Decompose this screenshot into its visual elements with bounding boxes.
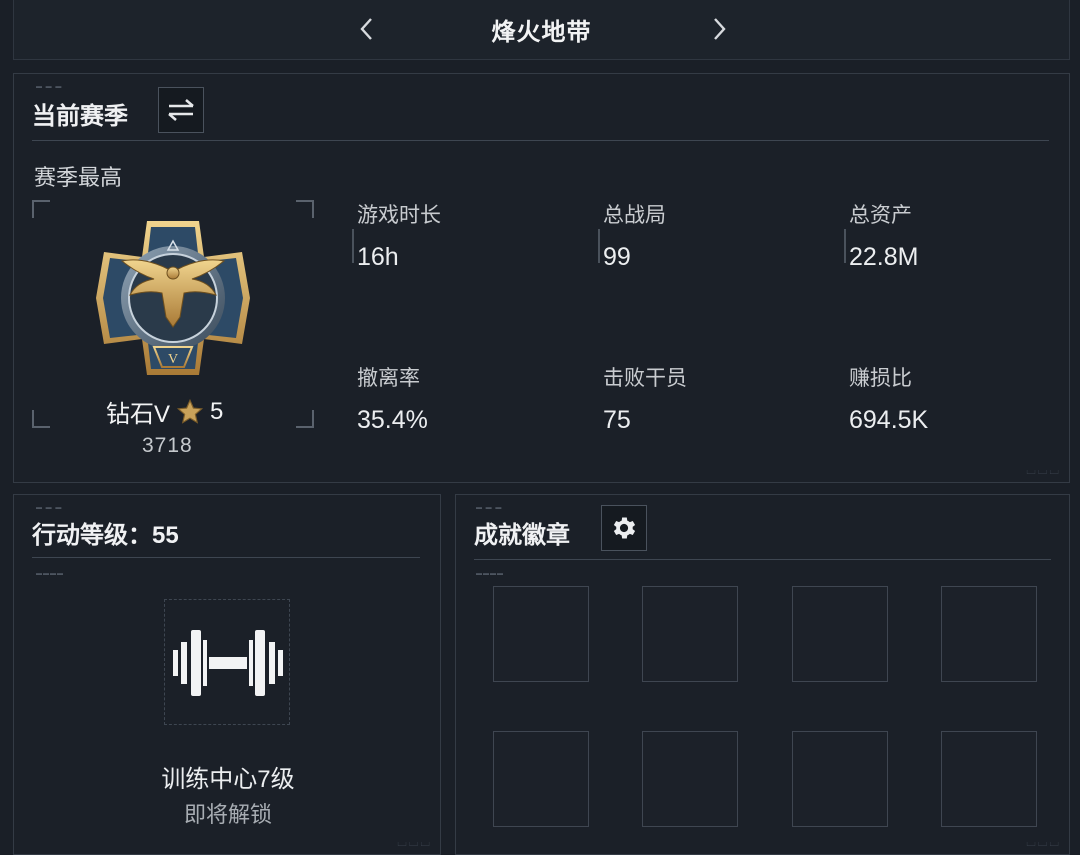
season-title: 当前赛季 — [32, 103, 128, 130]
corner-decoration: ⌴⌴⌴ — [397, 835, 432, 849]
eagle-rank-emblem-icon: V — [96, 221, 250, 375]
action-level-title: 行动等级：55 — [32, 522, 179, 549]
frame-corner — [32, 200, 50, 218]
season-best-label: 赛季最高 — [34, 165, 123, 190]
deco-label: ▬ ▬ ▬ — [36, 84, 63, 90]
stat-value: 22.8M — [849, 243, 919, 271]
chevron-right-icon — [714, 18, 726, 40]
next-mode-button[interactable] — [704, 14, 734, 44]
unlock-icon-frame — [164, 599, 290, 725]
achievements-settings-button[interactable] — [601, 505, 647, 551]
svg-text:V: V — [168, 352, 178, 367]
action-level-panel: ▬ ▬ ▬ 行动等级：55 ▬▬▬▬ 训练中心7级 即将解锁 ⌴⌴⌴ — [13, 494, 441, 855]
gear-icon — [613, 517, 636, 539]
badge-slot[interactable] — [642, 586, 738, 682]
rank-emblem: V — [92, 217, 254, 379]
stat-label: 总战局 — [603, 204, 666, 227]
season-panel: ▬ ▬ ▬ 当前赛季 赛季最高 V 钻石V 5 3718 游戏时长 16h 总战… — [13, 73, 1070, 483]
swap-arrows-icon — [168, 99, 194, 121]
badge-slot[interactable] — [792, 731, 888, 827]
profile-screen: 烽火地带 ▬ ▬ ▬ 当前赛季 赛季最高 V 钻石V 5 3718 游戏时长 1… — [0, 0, 1080, 855]
stat-value: 35.4% — [357, 406, 428, 434]
divider — [32, 557, 420, 558]
stat-operators-defeated: 击败干员 75 — [603, 362, 687, 435]
rank-name-row: 钻石V 5 — [106, 394, 223, 429]
unlock-facility-name: 训练中心7级 — [161, 766, 295, 793]
stat-value: 99 — [603, 243, 631, 271]
badge-slot[interactable] — [941, 731, 1037, 827]
rank-stars: 5 — [210, 397, 224, 425]
stat-total-matches: 总战局 99 — [598, 199, 666, 272]
badge-slot[interactable] — [493, 586, 589, 682]
frame-corner — [296, 410, 314, 428]
badge-slot[interactable] — [493, 731, 589, 827]
divider — [474, 559, 1051, 560]
dumbbell-icon — [173, 630, 283, 696]
deco-label: ▬▬▬▬ — [36, 571, 64, 577]
stat-divider — [844, 229, 846, 263]
badge-slot[interactable] — [642, 731, 738, 827]
stat-label: 总资产 — [849, 204, 912, 227]
stat-divider — [352, 229, 354, 263]
achievements-title: 成就徽章 — [474, 522, 570, 549]
switch-season-button[interactable] — [158, 87, 204, 133]
badge-slot[interactable] — [792, 586, 888, 682]
stat-value: 75 — [603, 406, 631, 434]
stat-total-assets: 总资产 22.8M — [844, 199, 919, 272]
unlock-status: 即将解锁 — [183, 802, 272, 827]
stat-label: 游戏时长 — [357, 204, 441, 227]
achievements-panel: ▬ ▬ ▬ 成就徽章 ▬▬▬▬ ⌴⌴⌴ — [455, 494, 1070, 855]
stat-profit-ratio: 赚损比 694.5K — [849, 362, 928, 435]
frame-corner — [296, 200, 314, 218]
deco-label: ▬ ▬ ▬ — [476, 505, 503, 511]
corner-decoration: ⌴⌴⌴ — [1026, 463, 1061, 477]
stat-label: 击败干员 — [603, 367, 687, 390]
mode-title: 烽火地带 — [491, 19, 592, 46]
frame-corner — [32, 410, 50, 428]
corner-decoration: ⌴⌴⌴ — [1026, 835, 1061, 849]
deco-label: ▬ ▬ ▬ — [36, 505, 63, 511]
rank-score: 3718 — [142, 434, 193, 457]
stat-play-time: 游戏时长 16h — [352, 199, 441, 272]
badge-slot[interactable] — [941, 586, 1037, 682]
mode-header: 烽火地带 — [13, 0, 1070, 60]
star-icon — [176, 398, 204, 424]
stat-label: 赚损比 — [849, 367, 912, 390]
stat-divider — [598, 229, 600, 263]
stat-value: 694.5K — [849, 406, 929, 434]
rank-name: 钻石V — [106, 401, 171, 428]
stat-label: 撤离率 — [357, 367, 420, 390]
deco-label: ▬▬▬▬ — [476, 571, 504, 577]
divider — [32, 140, 1049, 141]
stat-value: 16h — [357, 243, 399, 271]
stat-extraction-rate: 撤离率 35.4% — [357, 362, 428, 435]
